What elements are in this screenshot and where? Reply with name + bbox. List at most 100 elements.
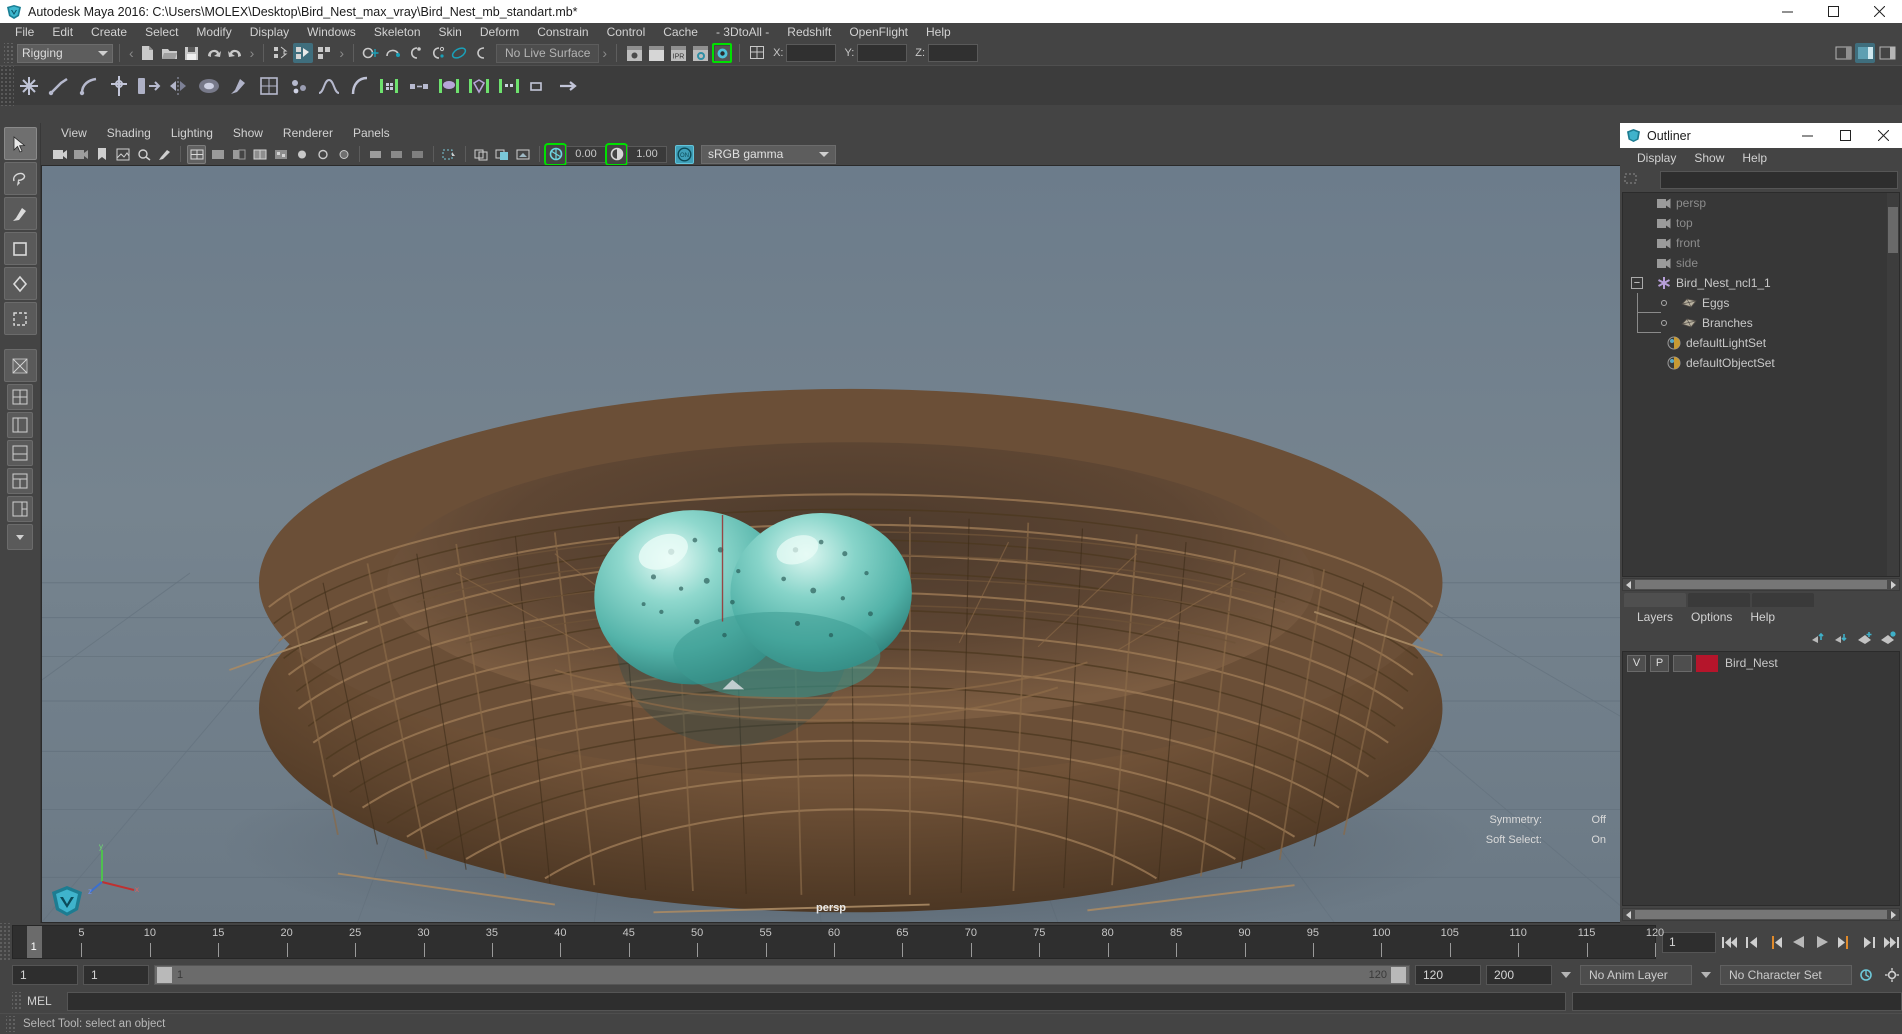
rotate-tool-button[interactable]: [3, 267, 37, 300]
open-scene-button[interactable]: [160, 43, 180, 63]
toggle-attribute-editor-button[interactable]: [747, 43, 767, 63]
outliner-row[interactable]: − Bird_Nest_ncl1_1: [1623, 273, 1899, 293]
scale-tool-button[interactable]: [3, 302, 37, 335]
maximize-button[interactable]: [1810, 0, 1856, 23]
multisample-aa-icon[interactable]: [387, 145, 406, 164]
current-time-indicator[interactable]: 1: [26, 926, 42, 958]
hypershade-persp-layout-button[interactable]: [7, 468, 33, 494]
layers-menu-help[interactable]: Help: [1741, 610, 1784, 624]
scroll-right-icon[interactable]: [1888, 910, 1899, 920]
redo-button[interactable]: [226, 43, 246, 63]
toggle-attribute-editor-sidebar-button[interactable]: [1855, 43, 1875, 63]
undo-button[interactable]: [204, 43, 224, 63]
shelf-grip[interactable]: [0, 65, 14, 106]
layers-list[interactable]: V P Bird_Nest: [1622, 651, 1900, 906]
step-back-frame-icon[interactable]: [1766, 931, 1785, 953]
shadows-icon[interactable]: [313, 145, 332, 164]
layers-horizontal-scrollbar[interactable]: [1622, 908, 1900, 921]
hypershade-render-view-button[interactable]: [712, 43, 732, 63]
outliner-vertical-scrollbar[interactable]: [1887, 193, 1899, 576]
menu-modify[interactable]: Modify: [187, 23, 240, 41]
character-set-dropdown[interactable]: No Character Set: [1720, 965, 1852, 985]
bind-skin-icon[interactable]: [134, 70, 164, 102]
command-language-label[interactable]: MEL: [27, 994, 61, 1008]
snap-to-projected-center-button[interactable]: [427, 43, 447, 63]
move-tool-button[interactable]: [3, 232, 37, 265]
menu-windows[interactable]: Windows: [298, 23, 365, 41]
menu-help[interactable]: Help: [917, 23, 960, 41]
menu-select[interactable]: Select: [136, 23, 187, 41]
outliner-expand-dot[interactable]: [1661, 320, 1667, 326]
gamma-toggle-icon[interactable]: [607, 145, 626, 164]
select-camera-icon[interactable]: [50, 145, 69, 164]
gamma-field[interactable]: 1.00: [627, 145, 667, 163]
animation-preferences-icon[interactable]: [1882, 965, 1902, 985]
outliner-close-button[interactable]: [1864, 123, 1902, 148]
snap-to-construction-planes-button[interactable]: [471, 43, 491, 63]
outliner-minimize-button[interactable]: [1788, 123, 1826, 148]
menu-file[interactable]: File: [6, 23, 43, 41]
layers-menu-options[interactable]: Options: [1682, 610, 1741, 624]
new-layer-from-selected-icon[interactable]: [1880, 631, 1896, 645]
outliner-menu-show[interactable]: Show: [1685, 151, 1733, 165]
more-layouts-button[interactable]: [7, 524, 33, 550]
menu-edit[interactable]: Edit: [43, 23, 82, 41]
create-quick-rig-icon[interactable]: [524, 70, 554, 102]
use-all-lights-icon[interactable]: [292, 145, 311, 164]
outliner-row[interactable]: persp: [1623, 193, 1899, 213]
paint-selection-tool-button[interactable]: [3, 197, 37, 230]
outliner-menu-help[interactable]: Help: [1733, 151, 1776, 165]
snap-to-curves-button[interactable]: [383, 43, 403, 63]
outliner-expand-dot[interactable]: [1661, 300, 1667, 306]
minimize-button[interactable]: [1764, 0, 1810, 23]
viewport-menu-renderer[interactable]: Renderer: [273, 126, 343, 140]
select-by-object-type-button[interactable]: [293, 43, 314, 63]
range-slider[interactable]: 1 120: [154, 965, 1410, 985]
toggle-sidebar-modeling-toolkit-button[interactable]: [1833, 43, 1853, 63]
single-perspective-layout-button[interactable]: [3, 349, 37, 382]
shaded-with-wireframe-icon[interactable]: [250, 145, 269, 164]
color-profile-dropdown[interactable]: sRGB gamma: [701, 144, 836, 164]
step-forward-key-icon[interactable]: [1858, 931, 1877, 953]
smooth-shade-all-icon[interactable]: [208, 145, 227, 164]
ipr-render-button[interactable]: IPR: [668, 43, 688, 63]
range-left-handle[interactable]: [157, 967, 172, 983]
set-key-icon[interactable]: [374, 70, 404, 102]
persp-viewport[interactable]: Symmetry: Off Soft Select: On persp y x …: [41, 165, 1620, 923]
menu-constrain[interactable]: Constrain: [528, 23, 597, 41]
select-by-hierarchy-button[interactable]: [271, 43, 291, 63]
anim-preferences-chevron-icon[interactable]: [1561, 972, 1571, 978]
layer-color-swatch[interactable]: [1696, 654, 1718, 672]
exposure-toggle-icon[interactable]: [546, 145, 565, 164]
layer-shading-toggle[interactable]: [1673, 654, 1692, 672]
new-scene-button[interactable]: [138, 43, 158, 63]
menu-3dtoall[interactable]: - 3DtoAll -: [707, 23, 778, 41]
outliner-row[interactable]: Branches: [1623, 313, 1899, 333]
outliner-search-input[interactable]: [1660, 171, 1898, 189]
tab-display-layers[interactable]: [1624, 593, 1686, 607]
command-input-field[interactable]: [67, 991, 1566, 1011]
color-management-toggle-icon[interactable]: ON: [675, 144, 694, 164]
scroll-left-icon[interactable]: [1623, 910, 1634, 920]
move-layer-up-icon[interactable]: [1811, 631, 1827, 645]
create-joint-icon[interactable]: [14, 70, 44, 102]
depth-of-field-icon[interactable]: [408, 145, 427, 164]
screen-space-ao-icon[interactable]: [334, 145, 353, 164]
outliner-persp-layout-button[interactable]: [7, 412, 33, 438]
menu-create[interactable]: Create: [82, 23, 136, 41]
auto-keyframe-toggle-icon[interactable]: [1857, 965, 1877, 985]
export-deformer-weights-icon[interactable]: [554, 70, 584, 102]
go-to-start-icon[interactable]: [1720, 931, 1739, 953]
persp-graph-layout-button[interactable]: [7, 440, 33, 466]
create-deformer-lattice-icon[interactable]: [254, 70, 284, 102]
menu-display[interactable]: Display: [241, 23, 298, 41]
coord-z-field[interactable]: [928, 44, 979, 62]
viewport-menu-view[interactable]: View: [51, 126, 97, 140]
textured-shading-icon[interactable]: [271, 145, 290, 164]
outliner-row[interactable]: Eggs: [1623, 293, 1899, 313]
smooth-shade-selected-icon[interactable]: [229, 145, 248, 164]
isolate-select-icon[interactable]: [440, 145, 459, 164]
outliner-row[interactable]: front: [1623, 233, 1899, 253]
select-by-component-type-button[interactable]: [315, 43, 335, 63]
outliner-hscroll-track[interactable]: [1635, 580, 1887, 589]
